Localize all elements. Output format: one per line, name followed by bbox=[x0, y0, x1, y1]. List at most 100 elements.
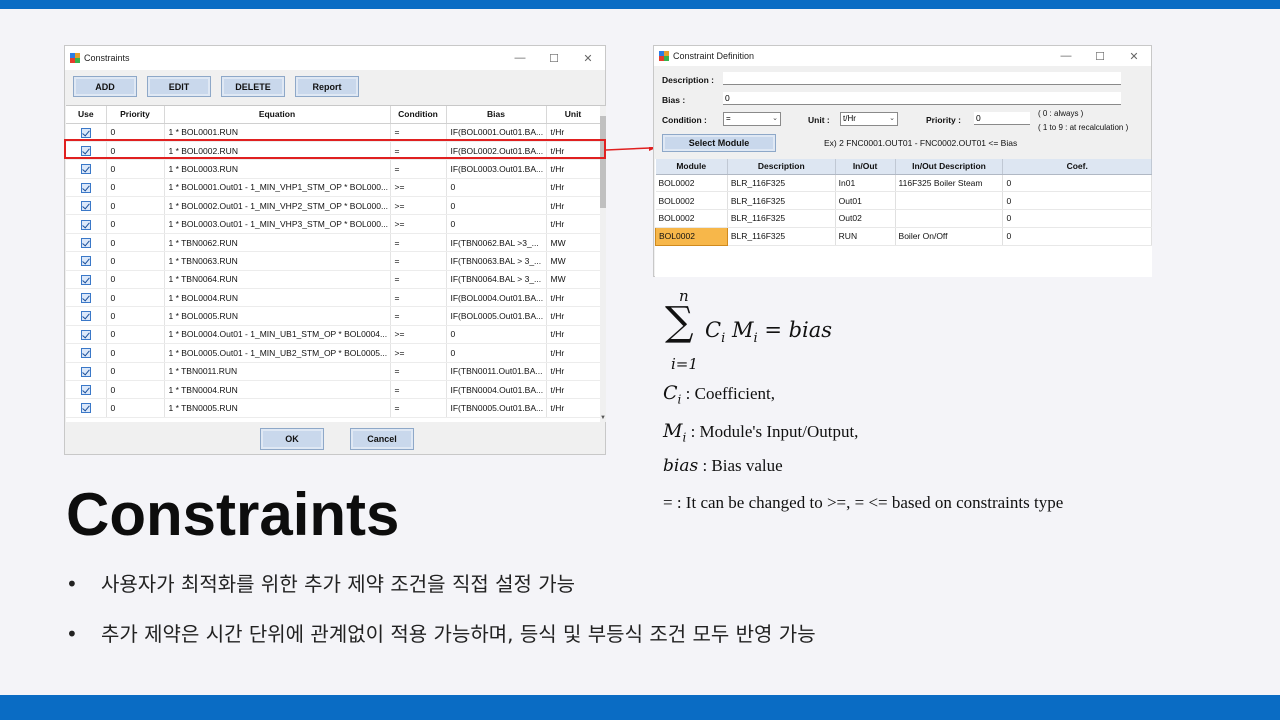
minimize-icon[interactable]: — bbox=[1049, 46, 1083, 66]
col-unit[interactable]: Unit bbox=[546, 106, 601, 124]
col-description[interactable]: Description bbox=[727, 159, 836, 175]
table-row[interactable]: BOL0002 BLR_116F325 RUN Boiler On/Off 0 bbox=[655, 226, 1152, 246]
unit-cell[interactable]: MW bbox=[546, 270, 601, 290]
bias-cell[interactable]: 0 bbox=[446, 325, 547, 345]
priority-cell[interactable]: 0 bbox=[106, 214, 165, 234]
module-cell[interactable]: BOL0002 bbox=[655, 174, 728, 193]
cancel-button[interactable]: Cancel bbox=[350, 428, 414, 450]
close-icon[interactable]: ✕ bbox=[1117, 46, 1151, 66]
equation-cell[interactable]: 1 * TBN0063.RUN bbox=[164, 251, 391, 271]
col-condition[interactable]: Condition bbox=[390, 106, 447, 124]
use-checkbox[interactable] bbox=[80, 127, 91, 138]
table-row[interactable]: 01 * BOL0005.RUN = IF(BOL0005.Out01.BA... t… bbox=[66, 306, 601, 326]
bias-cell[interactable]: IF(TBN0064.BAL > 3_... bbox=[446, 270, 547, 290]
use-cell[interactable] bbox=[66, 362, 107, 381]
priority-cell[interactable]: 0 bbox=[106, 196, 165, 216]
priority-input[interactable]: 0 bbox=[974, 112, 1030, 125]
unit-cell[interactable]: t/Hr bbox=[546, 306, 601, 326]
equation-cell[interactable]: 1 * BOL0001.Out01 - 1_MIN_VHP1_STM_OP * … bbox=[164, 178, 391, 198]
maximize-icon[interactable]: ☐ bbox=[1083, 46, 1117, 66]
table-row[interactable]: 01 * BOL0003.RUN = IF(BOL0003.Out01.BA... t… bbox=[66, 159, 601, 179]
col-module[interactable]: Module bbox=[655, 159, 728, 175]
unit-cell[interactable]: t/Hr bbox=[546, 159, 601, 179]
use-cell[interactable] bbox=[66, 233, 107, 253]
select-module-button[interactable]: Select Module bbox=[662, 134, 776, 152]
col-inout-description[interactable]: In/Out Description bbox=[895, 159, 1004, 175]
unit-cell[interactable]: t/Hr bbox=[546, 325, 601, 345]
unit-cell[interactable]: t/Hr bbox=[546, 343, 601, 363]
bias-cell[interactable]: IF(BOL0003.Out01.BA... bbox=[446, 159, 547, 179]
col-inout[interactable]: In/Out bbox=[835, 159, 896, 175]
equation-cell[interactable]: 1 * TBN0005.RUN bbox=[164, 398, 391, 418]
equation-cell[interactable]: 1 * TBN0064.RUN bbox=[164, 270, 391, 290]
condition-cell[interactable]: = bbox=[390, 288, 447, 308]
description-input[interactable] bbox=[723, 72, 1121, 85]
condition-select[interactable]: = ⌄ bbox=[723, 112, 781, 126]
equation-cell[interactable]: 1 * TBN0062.RUN bbox=[164, 233, 391, 253]
table-row[interactable]: 01 * TBN0062.RUN = IF(TBN0062.BAL >3_... MW bbox=[66, 233, 601, 253]
condition-cell[interactable]: = bbox=[390, 398, 447, 418]
edit-button[interactable]: EDIT bbox=[147, 76, 211, 97]
condition-cell[interactable]: >= bbox=[390, 325, 447, 345]
use-cell[interactable] bbox=[66, 325, 107, 345]
unit-cell[interactable]: MW bbox=[546, 251, 601, 271]
bias-cell[interactable]: 0 bbox=[446, 214, 547, 234]
use-checkbox[interactable] bbox=[80, 182, 91, 193]
use-checkbox[interactable] bbox=[80, 256, 91, 267]
equation-cell[interactable]: 1 * BOL0003.RUN bbox=[164, 159, 391, 179]
use-cell[interactable] bbox=[66, 398, 107, 418]
unit-cell[interactable]: t/Hr bbox=[546, 398, 601, 418]
inout-description-cell[interactable]: Boiler On/Off bbox=[895, 227, 1004, 246]
module-cell[interactable]: BOL0002 bbox=[655, 191, 728, 211]
table-row[interactable]: BOL0002 BLR_116F325 In01 116F325 Boiler Ste… bbox=[655, 174, 1152, 193]
delete-button[interactable]: DELETE bbox=[221, 76, 285, 97]
table-row[interactable]: BOL0002 BLR_116F325 Out02 0 bbox=[655, 209, 1152, 228]
bias-cell[interactable]: 0 bbox=[446, 178, 547, 198]
condition-cell[interactable]: = bbox=[390, 306, 447, 326]
use-cell[interactable] bbox=[66, 288, 107, 308]
use-cell[interactable] bbox=[66, 306, 107, 326]
description-cell[interactable]: BLR_116F325 bbox=[727, 174, 836, 193]
equation-cell[interactable]: 1 * BOL0002.Out01 - 1_MIN_VHP2_STM_OP * … bbox=[164, 196, 391, 216]
equation-cell[interactable]: 1 * TBN0004.RUN bbox=[164, 380, 391, 400]
priority-cell[interactable]: 0 bbox=[106, 343, 165, 363]
use-checkbox[interactable] bbox=[80, 403, 91, 414]
use-cell[interactable] bbox=[66, 380, 107, 400]
equation-cell[interactable]: 1 * TBN0011.RUN bbox=[164, 362, 391, 381]
equation-cell[interactable]: 1 * BOL0005.RUN bbox=[164, 306, 391, 326]
inout-cell[interactable]: Out01 bbox=[835, 191, 896, 211]
use-checkbox[interactable] bbox=[80, 348, 91, 359]
priority-cell[interactable]: 0 bbox=[106, 270, 165, 290]
priority-cell[interactable]: 0 bbox=[106, 380, 165, 400]
priority-cell[interactable]: 0 bbox=[106, 288, 165, 308]
equation-cell[interactable]: 1 * BOL0004.RUN bbox=[164, 288, 391, 308]
use-cell[interactable] bbox=[66, 251, 107, 271]
use-checkbox[interactable] bbox=[80, 164, 91, 175]
ok-button[interactable]: OK bbox=[260, 428, 324, 450]
bias-cell[interactable]: IF(TBN0011.Out01.BA... bbox=[446, 362, 547, 381]
coef-cell[interactable]: 0 bbox=[1002, 209, 1152, 228]
table-row[interactable]: 01 * BOL0004.RUN = IF(BOL0004.Out01.BA... t… bbox=[66, 288, 601, 308]
maximize-icon[interactable]: ☐ bbox=[537, 46, 571, 70]
bias-cell[interactable]: IF(TBN0063.BAL > 3_... bbox=[446, 251, 547, 271]
inout-description-cell[interactable] bbox=[895, 209, 1004, 228]
col-bias[interactable]: Bias bbox=[446, 106, 547, 124]
use-checkbox[interactable] bbox=[80, 366, 91, 377]
unit-cell[interactable]: t/Hr bbox=[546, 196, 601, 216]
table-row[interactable]: 01 * BOL0003.Out01 - 1_MIN_VHP3_STM_OP *… bbox=[66, 214, 601, 234]
minimize-icon[interactable]: — bbox=[503, 46, 537, 70]
priority-cell[interactable]: 0 bbox=[106, 398, 165, 418]
inout-cell[interactable]: RUN bbox=[835, 227, 896, 246]
use-checkbox[interactable] bbox=[80, 293, 91, 304]
priority-cell[interactable]: 0 bbox=[106, 362, 165, 381]
condition-cell[interactable]: = bbox=[390, 251, 447, 271]
table-row[interactable]: BOL0002 BLR_116F325 Out01 0 bbox=[655, 191, 1152, 211]
bias-cell[interactable]: 0 bbox=[446, 343, 547, 363]
unit-cell[interactable]: t/Hr bbox=[546, 214, 601, 234]
bias-cell[interactable]: IF(TBN0062.BAL >3_... bbox=[446, 233, 547, 253]
condition-cell[interactable]: = bbox=[390, 159, 447, 179]
condition-cell[interactable]: = bbox=[390, 380, 447, 400]
unit-cell[interactable]: t/Hr bbox=[546, 380, 601, 400]
module-cell[interactable]: BOL0002 bbox=[655, 209, 728, 228]
table-row[interactable]: 0 1 * BOL0001.Out01 - 1_MIN_VHP1_STM_OP *… bbox=[66, 178, 601, 198]
